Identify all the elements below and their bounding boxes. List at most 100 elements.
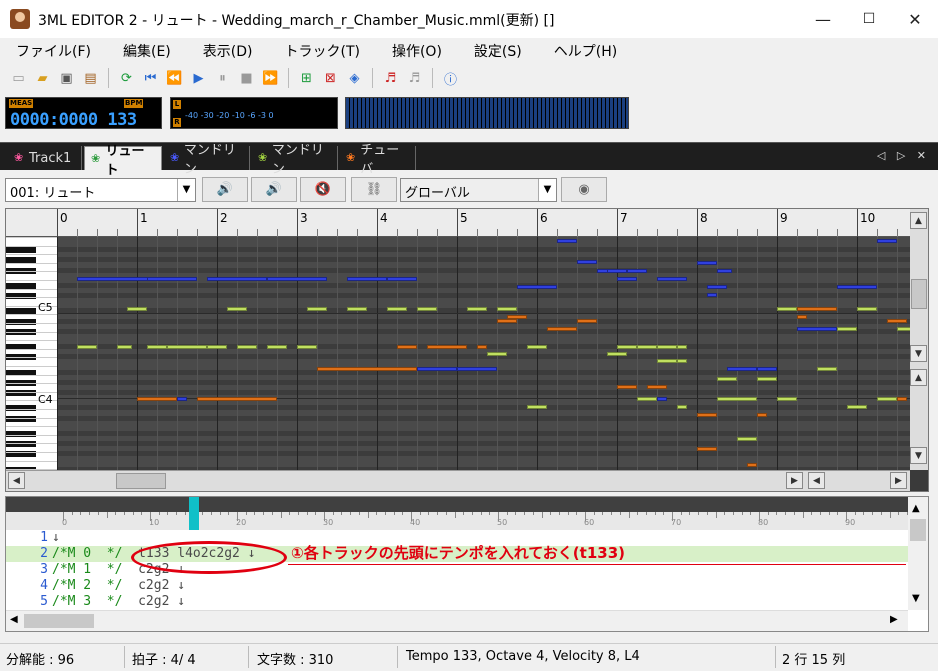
note-blue[interactable] (707, 285, 727, 289)
scope-select[interactable]: グローバル ▼ (400, 178, 557, 202)
menu-item[interactable]: ヘルプ(H) (544, 41, 627, 61)
note-blue[interactable] (837, 285, 877, 289)
open-folder-icon[interactable]: ▰ (32, 68, 53, 89)
note-lime[interactable] (267, 345, 287, 349)
menu-item[interactable]: 表示(D) (193, 41, 263, 61)
menu-item[interactable]: 操作(O) (382, 41, 452, 61)
scroll-thumb[interactable] (911, 279, 927, 309)
zoom-out-icon[interactable]: ◀ (808, 472, 825, 489)
minimize-button[interactable]: — (800, 0, 846, 38)
note-blue[interactable] (717, 269, 732, 273)
note-lime[interactable] (207, 345, 227, 349)
note-lime[interactable] (527, 405, 547, 409)
new-file-icon[interactable]: ▭ (8, 68, 29, 89)
pause-icon[interactable]: ⏸ (212, 68, 233, 89)
note-lime[interactable] (677, 345, 687, 349)
note-lime[interactable] (717, 397, 757, 401)
piano-keyboard[interactable]: C5 C4 (6, 237, 57, 470)
tab-navigation[interactable]: ◁ ▷ ✕ (877, 149, 930, 162)
chevron-down-icon[interactable]: ▼ (538, 179, 556, 201)
note-orange[interactable] (507, 315, 527, 319)
note-orange[interactable] (697, 447, 717, 451)
note-blue[interactable] (757, 367, 777, 371)
note-lime[interactable] (127, 307, 147, 311)
hscroll-thumb[interactable] (116, 473, 166, 489)
measure-ruler[interactable]: 0 1 2 3 4 5 6 7 8 9 10 (6, 209, 918, 237)
note-lime[interactable] (897, 327, 910, 331)
zoom-in-icon[interactable]: ▶ (890, 472, 907, 489)
piano-roll[interactable]: 0 1 2 3 4 5 6 7 8 9 10 C5 C4 ▲ ▼ ▲ ▼ ◀ ▶ ◀ ▶ (5, 208, 929, 492)
note-blue[interactable] (697, 261, 717, 265)
maximize-button[interactable]: ☐ (846, 0, 892, 38)
note-lime[interactable] (777, 397, 797, 401)
note-blue[interactable] (387, 277, 417, 281)
scroll-right-icon[interactable]: ▶ (890, 614, 898, 625)
note-lime[interactable] (617, 345, 637, 349)
note-lime[interactable] (837, 327, 857, 331)
editor-hscroll[interactable]: ◀ ▶ (6, 610, 908, 631)
note-lime[interactable] (527, 345, 547, 349)
note-orange[interactable] (497, 319, 517, 323)
note-orange[interactable] (197, 397, 277, 401)
note-grid[interactable] (57, 237, 910, 470)
note-lime[interactable] (677, 405, 687, 409)
note-blue[interactable] (417, 367, 457, 371)
note-blue[interactable] (177, 397, 187, 401)
menu-item[interactable]: ファイル(F) (6, 41, 101, 61)
scroll-up-icon[interactable]: ▲ (910, 212, 927, 229)
note-blue[interactable] (457, 367, 497, 371)
solo-button[interactable]: 🔊 (251, 177, 297, 202)
tab-2[interactable]: ❀ マンドリン (164, 143, 250, 177)
tab-1[interactable]: ❀ リュート (84, 144, 162, 178)
note-lime[interactable] (737, 437, 757, 441)
note-lime[interactable] (857, 307, 877, 311)
scroll-down-icon[interactable]: ▼ (912, 593, 920, 604)
zoom-down-icon[interactable]: ▼ (910, 447, 927, 464)
info-icon[interactable]: ⓘ (440, 68, 461, 89)
note-lime[interactable] (677, 359, 687, 363)
note-blue[interactable] (877, 239, 897, 243)
note-lime[interactable] (637, 345, 657, 349)
note-blue[interactable] (557, 239, 577, 243)
mute-button[interactable]: 🔇 (300, 177, 346, 202)
scroll-up-icon[interactable]: ▲ (912, 503, 920, 514)
note-blue[interactable] (347, 277, 387, 281)
link-button[interactable]: ⛓ (351, 177, 397, 202)
save-icon[interactable]: ▣ (56, 68, 77, 89)
note-blue[interactable] (797, 327, 837, 331)
mml-import-icon[interactable]: ♬ (404, 68, 425, 89)
note-orange[interactable] (797, 315, 807, 319)
go-start-icon[interactable]: ⏮ (140, 68, 161, 89)
piano-roll-hscroll[interactable]: ◀ ▶ ◀ ▶ (6, 470, 910, 491)
note-lime[interactable] (637, 397, 657, 401)
black-key[interactable] (6, 247, 36, 254)
speaker-button[interactable]: 🔊 (202, 177, 248, 202)
play-icon[interactable]: ▶ (188, 68, 209, 89)
note-blue[interactable] (607, 269, 627, 273)
note-lime[interactable] (657, 345, 677, 349)
note-orange[interactable] (547, 327, 577, 331)
fast-forward-icon[interactable]: ⏩ (260, 68, 281, 89)
stop-icon[interactable]: ■ (236, 68, 257, 89)
note-lime[interactable] (757, 377, 777, 381)
note-blue[interactable] (707, 293, 717, 297)
menu-item[interactable]: トラック(T) (274, 41, 369, 61)
scroll-thumb[interactable] (910, 519, 926, 541)
note-orange[interactable] (747, 463, 757, 467)
track-settings-icon[interactable]: ◈ (344, 68, 365, 89)
piano-roll-vscroll[interactable]: ▲ ▼ ▲ ▼ (910, 209, 928, 470)
note-lime[interactable] (657, 359, 677, 363)
editor-vscroll[interactable]: ▲ ▼ (908, 497, 928, 610)
menu-item[interactable]: 設定(S) (464, 41, 532, 61)
scroll-left-icon[interactable]: ◀ (8, 472, 25, 489)
tab-4[interactable]: ❀ チューバ (340, 143, 416, 177)
note-orange[interactable] (757, 413, 767, 417)
reload-icon[interactable]: ⟳ (116, 68, 137, 89)
scroll-left-icon[interactable]: ◀ (10, 614, 18, 625)
hscroll-thumb[interactable] (24, 614, 94, 628)
note-lime[interactable] (877, 397, 897, 401)
note-blue[interactable] (657, 277, 687, 281)
note-orange[interactable] (697, 413, 717, 417)
note-lime[interactable] (347, 307, 367, 311)
note-orange[interactable] (617, 385, 637, 389)
